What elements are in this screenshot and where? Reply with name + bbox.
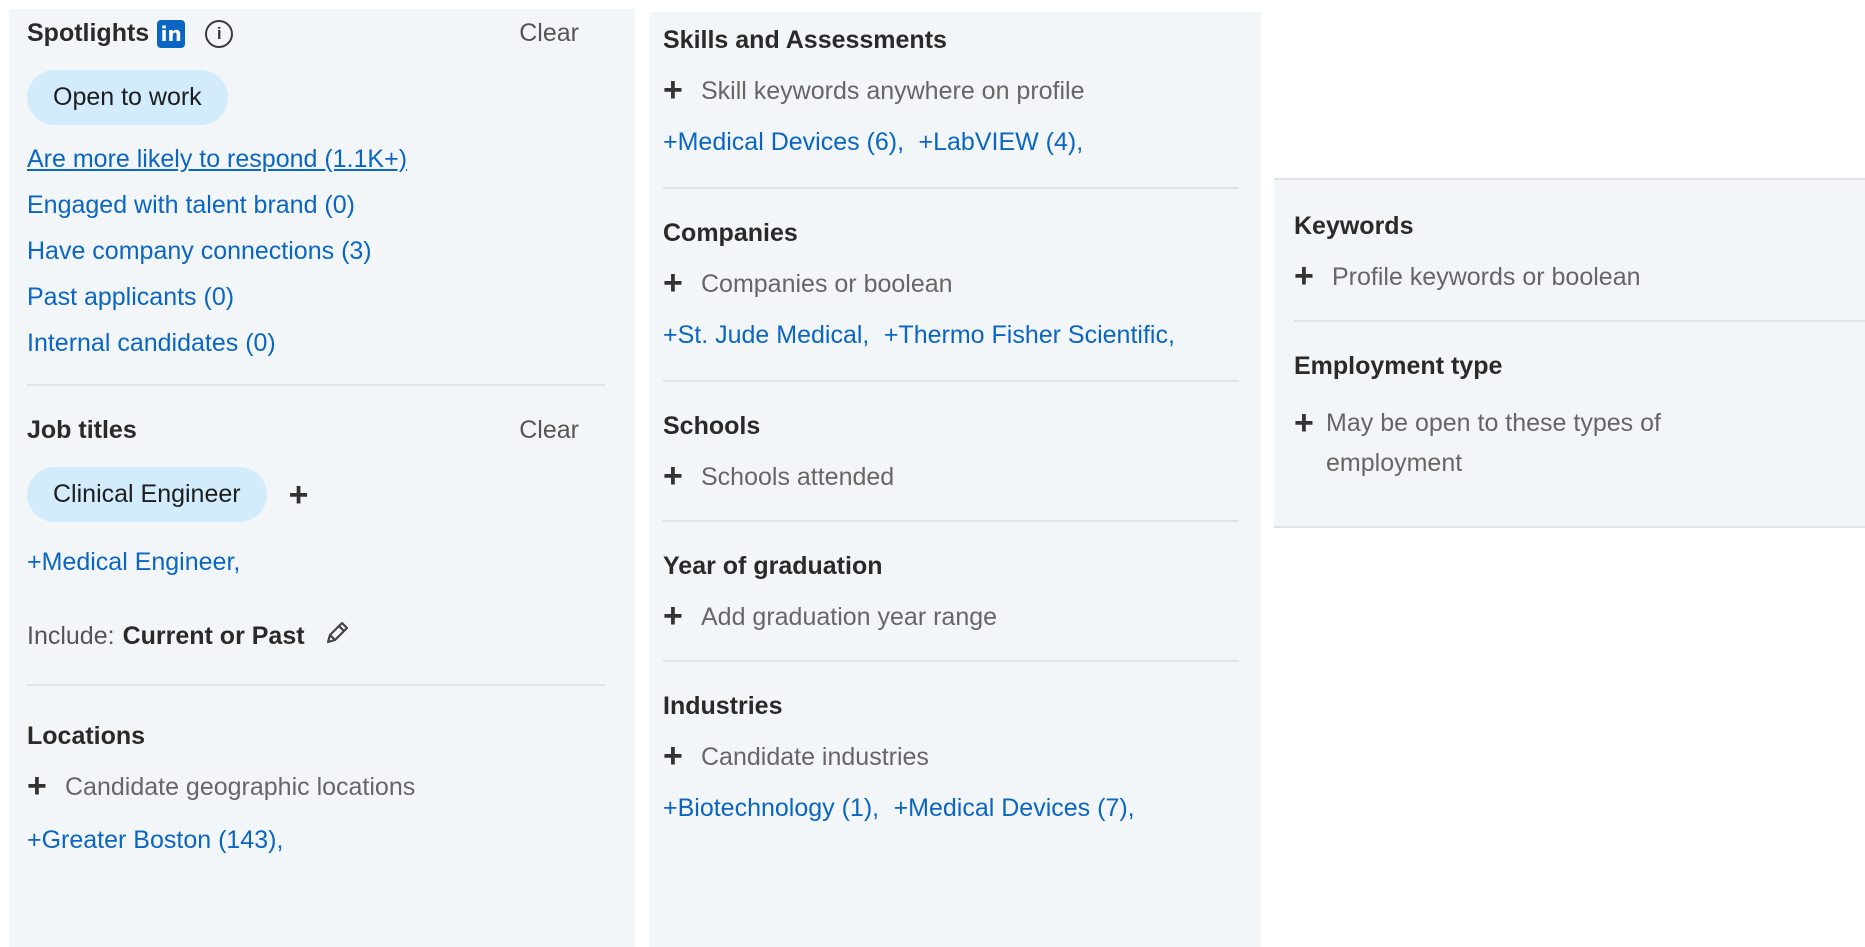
- suggestion-thermo-fisher[interactable]: +Thermo Fisher Scientific,: [884, 321, 1175, 349]
- clinical-engineer-chip[interactable]: Clinical Engineer: [27, 467, 267, 522]
- skills-placeholder: Skill keywords anywhere on profile: [701, 77, 1085, 105]
- add-location-button[interactable]: + Candidate geographic locations: [27, 767, 605, 805]
- open-to-work-chip[interactable]: Open to work: [27, 70, 228, 125]
- add-graduation-year-button[interactable]: + Add graduation year range: [663, 597, 1239, 635]
- spotlight-list: Are more likely to respond (1.1K+) Engag…: [27, 145, 605, 358]
- suggestion-medical-engineer[interactable]: +Medical Engineer,: [27, 548, 240, 576]
- industry-suggestions: +Biotechnology (1), +Medical Devices (7)…: [663, 794, 1239, 823]
- keywords-title: Keywords: [1294, 212, 1414, 240]
- suggestion-medical-devices[interactable]: +Medical Devices (6),: [663, 128, 904, 156]
- divider: [27, 384, 605, 386]
- graduation-placeholder: Add graduation year range: [701, 603, 998, 631]
- suggestion-medical-devices-industry[interactable]: +Medical Devices (7),: [894, 794, 1135, 822]
- pencil-edit-icon[interactable]: [323, 619, 351, 654]
- divider: [27, 684, 605, 686]
- graduation-title: Year of graduation: [663, 552, 883, 580]
- spotlights-header: Spotlights in i Clear: [27, 19, 605, 48]
- spotlight-company-connections[interactable]: Have company connections (3): [27, 237, 605, 266]
- spotlight-internal-candidates[interactable]: Internal candidates (0): [27, 329, 605, 358]
- suggestion-st-jude-medical[interactable]: +St. Jude Medical,: [663, 321, 869, 349]
- include-value: Current or Past: [122, 622, 305, 650]
- add-industry-button[interactable]: + Candidate industries: [663, 737, 1239, 775]
- divider: [663, 187, 1239, 189]
- job-titles-clear-button[interactable]: Clear: [519, 416, 579, 445]
- plus-icon: +: [663, 457, 683, 495]
- divider: [663, 520, 1239, 522]
- filters-column-2: Skills and Assessments + Skill keywords …: [649, 12, 1261, 947]
- filters-column-3: Keywords + Profile keywords or boolean E…: [1274, 178, 1865, 528]
- info-icon[interactable]: i: [205, 19, 234, 48]
- divider: [1294, 320, 1865, 322]
- divider: [663, 380, 1239, 382]
- suggestion-biotechnology[interactable]: +Biotechnology (1),: [663, 794, 879, 822]
- spotlight-engaged-talent-brand[interactable]: Engaged with talent brand (0): [27, 191, 605, 220]
- employment-type-placeholder: May be open to these types of employment: [1326, 409, 1661, 477]
- plus-icon: +: [663, 737, 683, 775]
- companies-placeholder: Companies or boolean: [701, 270, 953, 298]
- plus-icon: +: [27, 767, 47, 805]
- add-employment-type-button[interactable]: + May be open to these types of employme…: [1294, 403, 1694, 483]
- add-school-button[interactable]: + Schools attended: [663, 457, 1239, 495]
- locations-title: Locations: [27, 722, 146, 750]
- spotlights-clear-button[interactable]: Clear: [519, 19, 579, 48]
- industries-title: Industries: [663, 692, 783, 720]
- spotlights-title: Spotlights: [27, 19, 150, 47]
- suggestion-labview[interactable]: +LabVIEW (4),: [919, 128, 1084, 156]
- employment-type-title: Employment type: [1294, 352, 1503, 380]
- add-keyword-button[interactable]: + Profile keywords or boolean: [1294, 257, 1865, 295]
- plus-icon: +: [663, 597, 683, 635]
- spotlight-past-applicants[interactable]: Past applicants (0): [27, 283, 605, 312]
- companies-title: Companies: [663, 219, 798, 247]
- spotlights-title-row: Spotlights in i: [27, 19, 234, 48]
- suggestion-greater-boston[interactable]: +Greater Boston (143),: [27, 826, 283, 854]
- plus-icon: +: [1294, 257, 1314, 295]
- job-titles-title: Job titles: [27, 416, 137, 444]
- skill-suggestions: +Medical Devices (6), +LabVIEW (4),: [663, 128, 1239, 157]
- schools-placeholder: Schools attended: [701, 463, 895, 491]
- job-titles-header: Job titles Clear: [27, 416, 605, 445]
- keywords-placeholder: Profile keywords or boolean: [1332, 263, 1641, 291]
- include-row: Include: Current or Past: [27, 619, 605, 654]
- add-skill-button[interactable]: + Skill keywords anywhere on profile: [663, 71, 1239, 109]
- skills-title: Skills and Assessments: [663, 26, 947, 54]
- add-company-button[interactable]: + Companies or boolean: [663, 264, 1239, 302]
- company-suggestions: +St. Jude Medical, +Thermo Fisher Scient…: [663, 321, 1239, 350]
- location-suggestions: +Greater Boston (143),: [27, 826, 605, 855]
- schools-title: Schools: [663, 412, 761, 440]
- add-job-title-icon[interactable]: +: [289, 478, 315, 512]
- include-label: Include:: [27, 622, 115, 650]
- plus-icon: +: [1294, 404, 1314, 442]
- spotlight-more-likely-to-respond[interactable]: Are more likely to respond (1.1K+): [27, 145, 605, 174]
- plus-icon: +: [663, 71, 683, 109]
- divider: [663, 660, 1239, 662]
- filters-column-1: Spotlights in i Clear Open to work Are m…: [9, 9, 635, 947]
- plus-icon: +: [663, 264, 683, 302]
- job-title-suggestions: +Medical Engineer,: [27, 548, 605, 577]
- industries-placeholder: Candidate industries: [701, 743, 929, 771]
- linkedin-icon: in: [157, 19, 186, 48]
- locations-placeholder: Candidate geographic locations: [65, 773, 416, 801]
